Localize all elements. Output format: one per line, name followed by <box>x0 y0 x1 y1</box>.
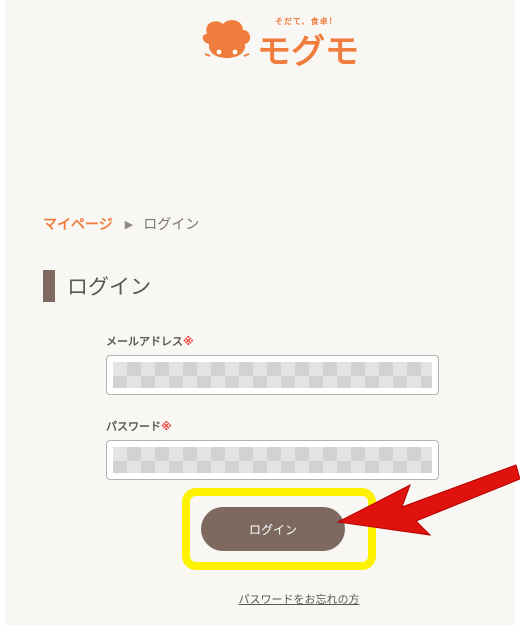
email-label: メールアドレス※ <box>106 333 194 349</box>
heading-accent-bar <box>43 270 55 302</box>
red-arrow-annotation <box>336 464 520 536</box>
email-label-text: メールアドレス <box>106 335 183 348</box>
page-heading: ログイン <box>43 270 151 302</box>
required-mark: ※ <box>161 420 172 433</box>
password-label: パスワード※ <box>106 418 172 434</box>
forgot-password-link[interactable]: パスワードをお忘れの方 <box>239 593 360 606</box>
page-title: ログイン <box>67 275 151 299</box>
email-input[interactable] <box>107 356 438 394</box>
breadcrumb-separator-icon: ▶ <box>124 217 134 231</box>
logo-tagline: そだて、食卓！ <box>275 17 338 26</box>
mascot-icon <box>202 20 251 62</box>
required-mark: ※ <box>183 335 194 348</box>
breadcrumb: マイページ ▶ ログイン <box>43 214 199 234</box>
password-label-text: パスワード <box>106 420 161 433</box>
breadcrumb-mypage-link[interactable]: マイページ <box>43 214 113 234</box>
login-button[interactable]: ログイン <box>201 507 345 551</box>
email-field[interactable] <box>106 355 439 395</box>
site-logo[interactable]: そだて、食卓！ モグモ <box>201 14 361 74</box>
forgot-password-row: パスワードをお忘れの方 <box>5 588 515 607</box>
breadcrumb-current: ログイン <box>143 217 200 233</box>
logo-wordmark: モグモ <box>257 32 359 72</box>
